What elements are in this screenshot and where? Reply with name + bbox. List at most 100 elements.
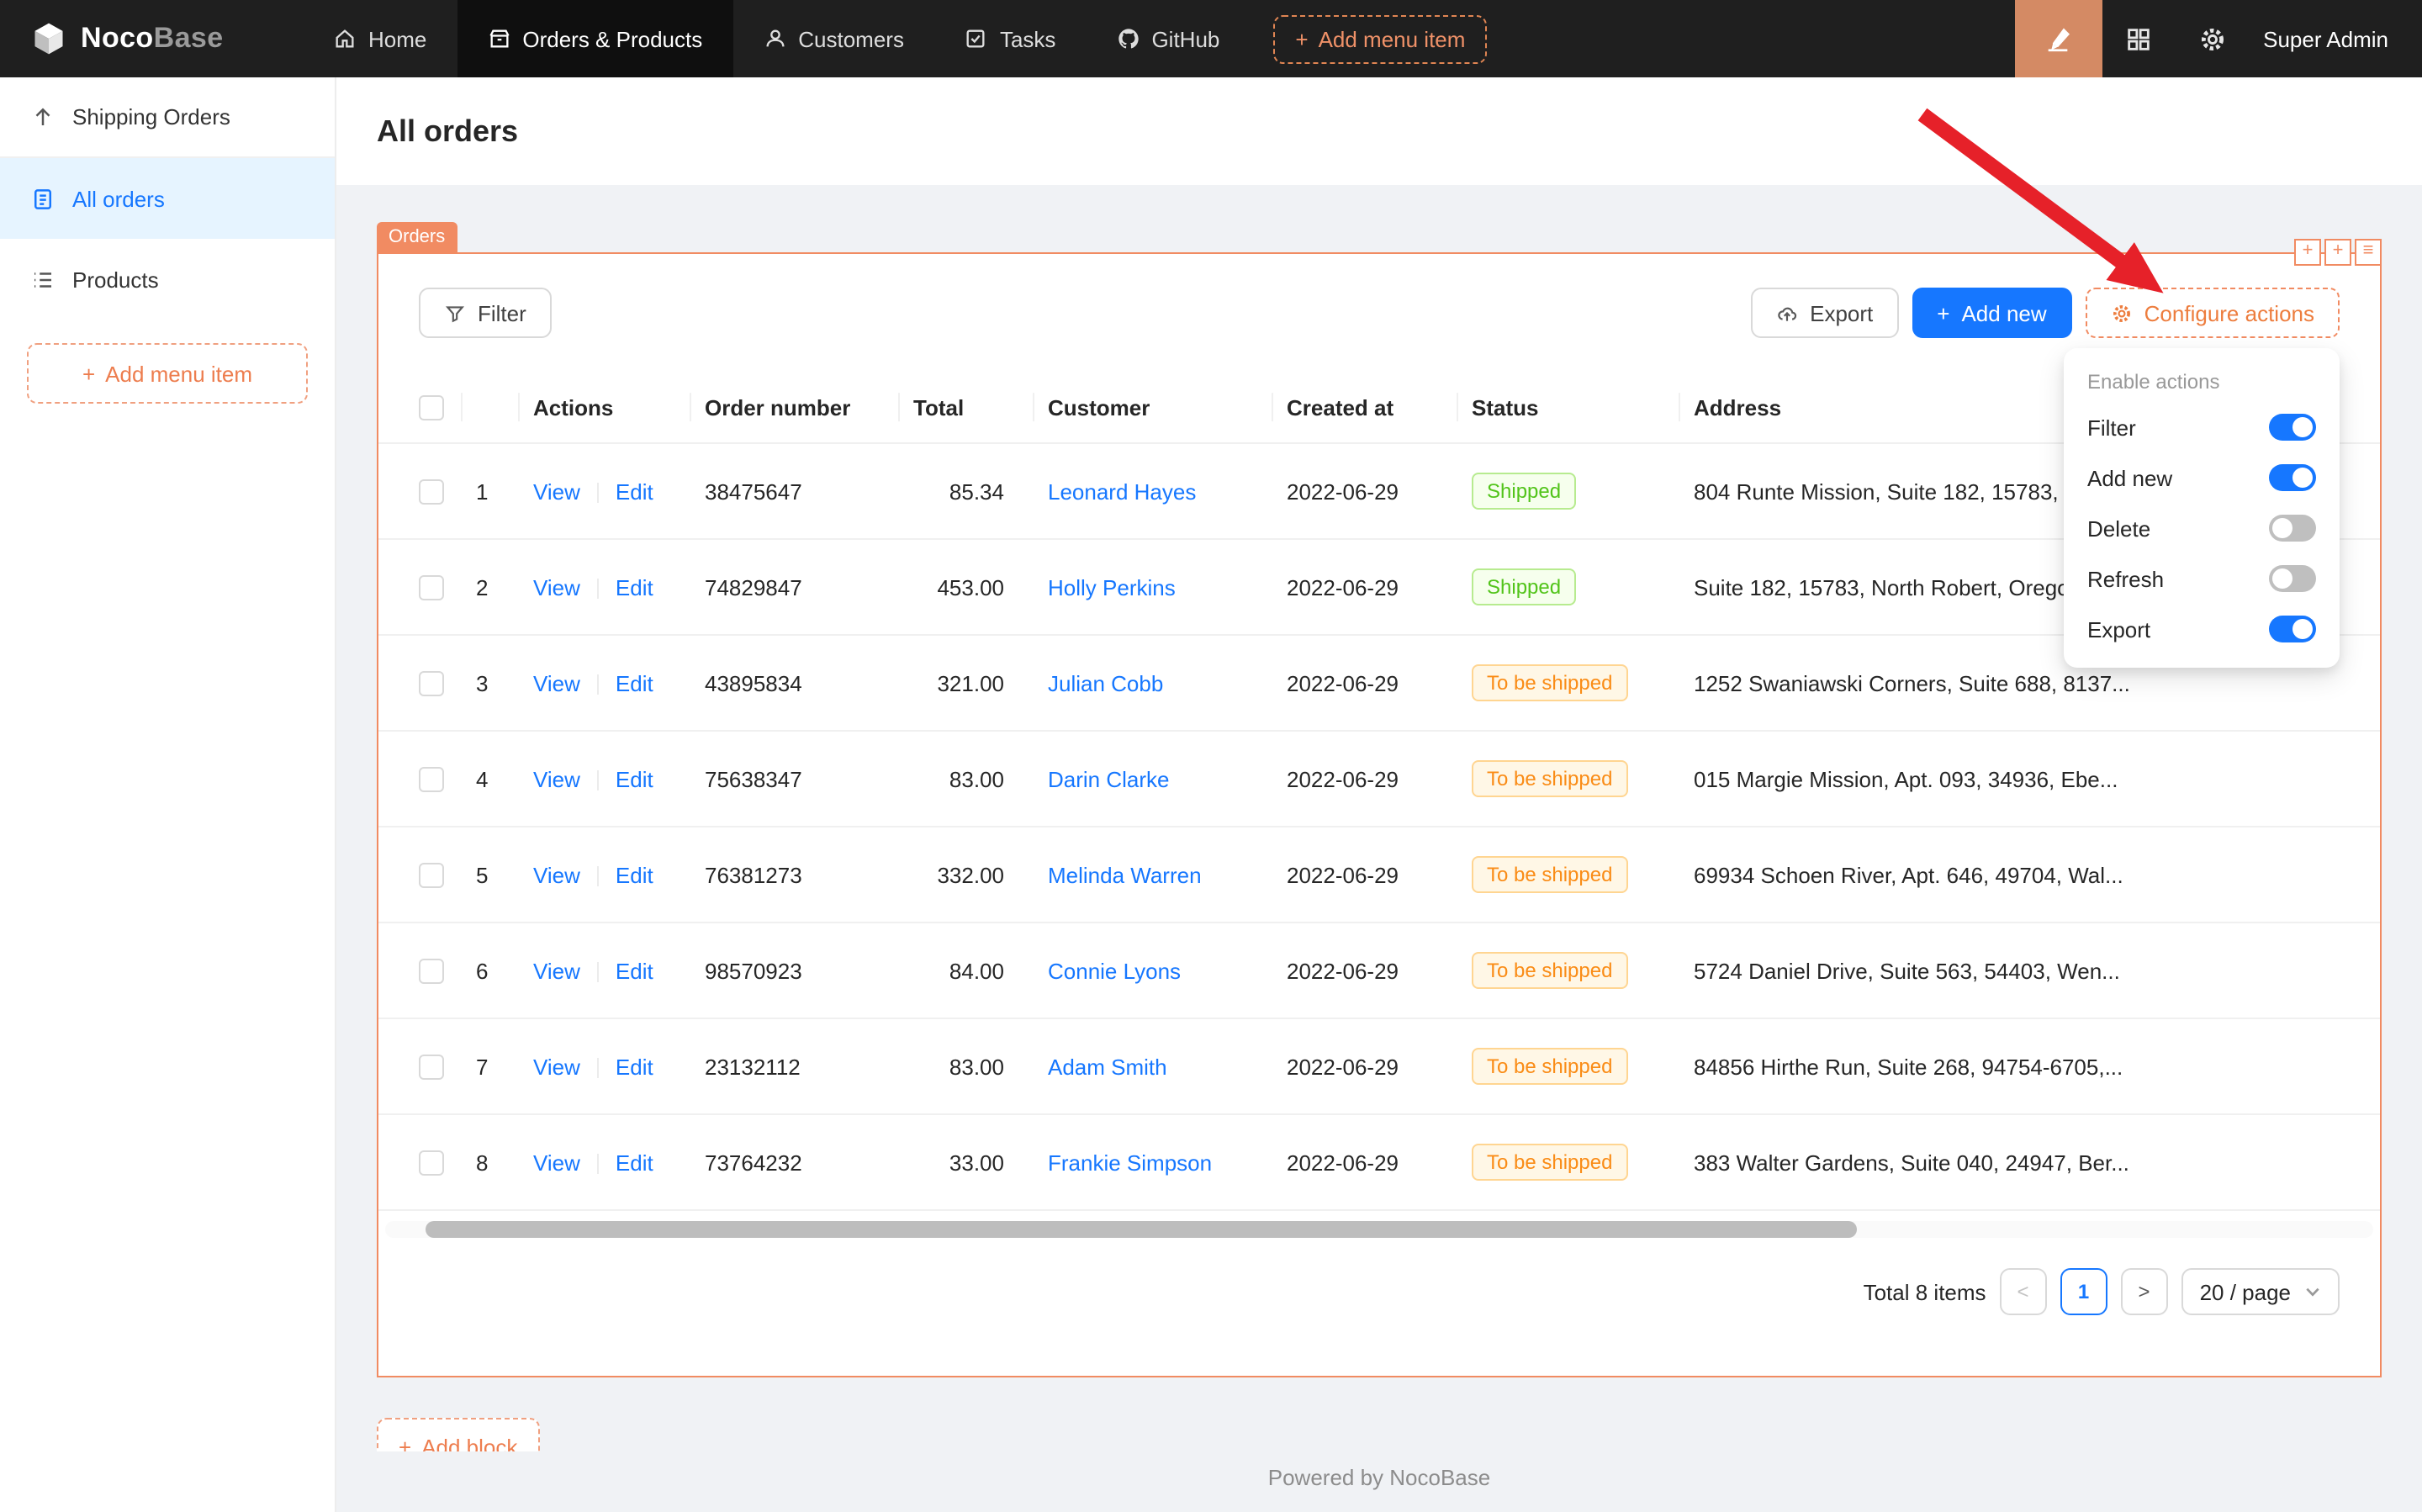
row-checkbox[interactable]: [419, 863, 444, 888]
nocobase-logo[interactable]: NocoBase: [0, 0, 303, 77]
export-button[interactable]: Export: [1751, 288, 1898, 338]
created-at-cell: 2022-06-29: [1273, 1018, 1458, 1114]
edit-link[interactable]: Edit: [616, 766, 653, 791]
user-icon: [763, 27, 786, 50]
sidebar-add-menu-item-button[interactable]: + Add menu item: [27, 343, 308, 404]
order-number-cell: 74829847: [691, 539, 900, 635]
settings-gear-button[interactable]: [2176, 0, 2250, 77]
customer-link[interactable]: Leonard Hayes: [1048, 478, 1196, 504]
enable-actions-dropdown: Enable actions Filter Add new Delete: [2064, 348, 2340, 668]
edit-link[interactable]: Edit: [616, 862, 653, 887]
configure-actions-button[interactable]: Configure actions: [2086, 288, 2340, 338]
add-block-button[interactable]: + Add block: [377, 1418, 539, 1451]
ui-editor-button[interactable]: [2014, 0, 2102, 77]
page-content: Orders + + ≡ Filter Export: [336, 185, 2422, 1512]
customer-link[interactable]: Holly Perkins: [1048, 574, 1176, 600]
nav-item-tasks[interactable]: Tasks: [934, 0, 1086, 77]
row-checkbox[interactable]: [419, 671, 444, 696]
order-number-cell: 43895834: [691, 635, 900, 731]
view-link[interactable]: View: [533, 862, 580, 887]
pagination-page-1[interactable]: 1: [2060, 1268, 2107, 1315]
table-row: 5 ViewEdit 76381273 332.00 Melinda Warre…: [378, 827, 2380, 923]
row-checkbox[interactable]: [419, 575, 444, 600]
collection-tag: Orders: [377, 222, 457, 252]
filter-button[interactable]: Filter: [419, 288, 552, 338]
dropdown-item-filter[interactable]: Filter: [2064, 402, 2340, 452]
customer-link[interactable]: Darin Clarke: [1048, 766, 1170, 791]
schema-settings-menu-icon[interactable]: ≡: [2355, 239, 2382, 266]
top-navbar: NocoBase Home Orders & Products Customer…: [0, 0, 2422, 77]
customer-link[interactable]: Connie Lyons: [1048, 958, 1181, 983]
edit-link[interactable]: Edit: [616, 670, 653, 695]
gear-icon: [2198, 24, 2227, 53]
view-link[interactable]: View: [533, 574, 580, 600]
row-checkbox[interactable]: [419, 1055, 444, 1080]
customer-link[interactable]: Frankie Simpson: [1048, 1150, 1212, 1175]
order-number-cell: 76381273: [691, 827, 900, 923]
view-link[interactable]: View: [533, 670, 580, 695]
add-new-toggle[interactable]: [2269, 464, 2316, 491]
grid-icon: [2124, 24, 2153, 53]
pagination-next-button[interactable]: >: [2121, 1268, 2168, 1315]
github-icon: [1116, 27, 1140, 50]
edit-link[interactable]: Edit: [616, 958, 653, 983]
page-title: All orders: [377, 114, 518, 149]
total-cell: 321.00: [900, 635, 1034, 731]
sidebar-item-all-orders[interactable]: All orders: [0, 158, 335, 239]
edit-link[interactable]: Edit: [616, 574, 653, 600]
view-link[interactable]: View: [533, 1054, 580, 1079]
plugins-grid-button[interactable]: [2102, 0, 2176, 77]
add-new-button[interactable]: + Add new: [1912, 288, 2071, 338]
row-checkbox[interactable]: [419, 1150, 444, 1176]
page-size-select[interactable]: 20 / page: [2181, 1268, 2340, 1315]
plus-icon: +: [399, 1434, 411, 1451]
horizontal-scrollbar-thumb[interactable]: [425, 1221, 1856, 1238]
add-menu-item-button[interactable]: + Add menu item: [1273, 14, 1487, 63]
edit-link[interactable]: Edit: [616, 1054, 653, 1079]
total-cell: 83.00: [900, 1018, 1034, 1114]
row-checkbox[interactable]: [419, 767, 444, 792]
order-number-cell: 98570923: [691, 923, 900, 1018]
created-at-cell: 2022-06-29: [1273, 923, 1458, 1018]
view-link[interactable]: View: [533, 958, 580, 983]
plus-icon: +: [1295, 26, 1308, 51]
brand-text: NocoBase: [81, 22, 224, 56]
delete-toggle[interactable]: [2269, 515, 2316, 542]
initializer-plus-icon[interactable]: +: [2294, 239, 2321, 266]
total-cell: 33.00: [900, 1114, 1034, 1210]
customer-link[interactable]: Julian Cobb: [1048, 670, 1163, 695]
filter-toggle[interactable]: [2269, 414, 2316, 441]
nav-item-customers[interactable]: Customers: [732, 0, 934, 77]
home-icon: [333, 27, 357, 50]
edit-link[interactable]: Edit: [616, 1150, 653, 1175]
sidebar-item-shipping-orders[interactable]: Shipping Orders: [0, 77, 335, 158]
view-link[interactable]: View: [533, 1150, 580, 1175]
initializer-plus-icon[interactable]: +: [2324, 239, 2351, 266]
nav-item-github[interactable]: GitHub: [1086, 0, 1250, 77]
col-header-actions: Actions: [520, 372, 691, 443]
refresh-toggle[interactable]: [2269, 565, 2316, 592]
pagination-prev-button[interactable]: <: [2000, 1268, 2047, 1315]
edit-link[interactable]: Edit: [616, 478, 653, 504]
customer-link[interactable]: Adam Smith: [1048, 1054, 1167, 1079]
select-all-checkbox[interactable]: [419, 395, 444, 420]
nav-item-home[interactable]: Home: [303, 0, 457, 77]
nav-item-orders-products[interactable]: Orders & Products: [457, 0, 732, 77]
sidebar-item-products[interactable]: Products: [0, 239, 335, 320]
dropdown-item-delete[interactable]: Delete: [2064, 503, 2340, 553]
cube-logo-icon: [30, 20, 67, 57]
row-checkbox[interactable]: [419, 479, 444, 505]
col-header-order-number: Order number: [691, 372, 900, 443]
export-toggle[interactable]: [2269, 616, 2316, 642]
status-badge: To be shipped: [1472, 664, 1627, 701]
pagination-total: Total 8 items: [1864, 1279, 1986, 1304]
row-checkbox[interactable]: [419, 959, 444, 984]
dropdown-item-refresh[interactable]: Refresh: [2064, 553, 2340, 604]
view-link[interactable]: View: [533, 478, 580, 504]
view-link[interactable]: View: [533, 766, 580, 791]
user-menu[interactable]: Super Admin: [2250, 0, 2422, 77]
dropdown-item-export[interactable]: Export: [2064, 604, 2340, 654]
customer-link[interactable]: Melinda Warren: [1048, 862, 1202, 887]
dropdown-item-add-new[interactable]: Add new: [2064, 452, 2340, 503]
status-badge: Shipped: [1472, 473, 1576, 510]
